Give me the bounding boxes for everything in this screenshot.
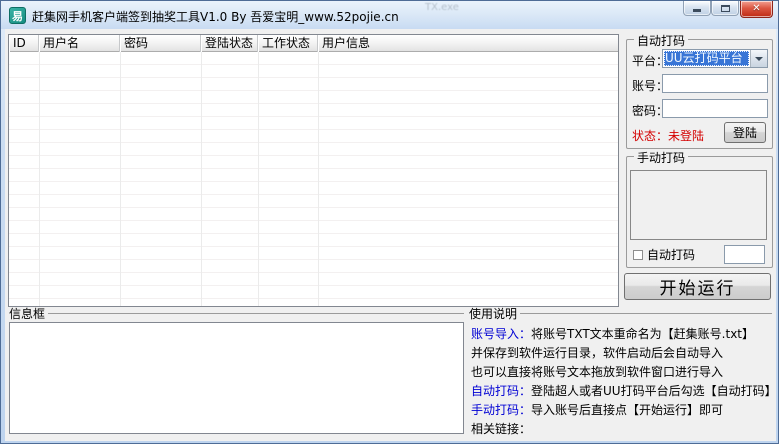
maximize-icon: [721, 5, 730, 12]
column-header-username[interactable]: 用户名: [39, 35, 120, 52]
instruction-label: 账号导入：: [471, 327, 531, 341]
column-divider: [39, 52, 40, 306]
background-watermark: TX.exe: [425, 2, 459, 13]
login-button-label: 登陆: [733, 124, 757, 141]
login-status: 状态：未登陆: [632, 127, 704, 144]
start-run-button[interactable]: 开始运行: [624, 273, 771, 300]
instruction-line: 相关链接：: [471, 420, 773, 436]
app-window: 易 赶集网手机客户端签到抽奖工具V1.0 By 吾爱宝明_www.52pojie…: [0, 0, 779, 444]
login-status-value: 未登陆: [668, 129, 704, 143]
instruction-text: 登陆超人或者UU打码平台后勾选【自动打码】: [531, 384, 773, 398]
divider: [48, 313, 464, 314]
auto-captcha-checkbox-row: 自动打码: [633, 246, 695, 263]
column-header-login-status[interactable]: 登陆状态: [201, 35, 258, 52]
captcha-image-box: [630, 170, 767, 240]
listview-header: ID 用户名 密码 登陆状态 工作状态 用户信息: [9, 35, 618, 52]
instruction-label: 手动打码：: [471, 403, 531, 417]
instruction-line: 手动打码：导入账号后直接点【开始运行】即可: [471, 401, 773, 417]
instruction-text: 也可以直接将账号文本拖放到软件窗口进行导入: [471, 365, 723, 379]
chevron-down-icon: [755, 57, 763, 61]
instruction-text: 并保存到软件运行目录，软件启动后会自动导入: [471, 346, 723, 360]
auto-captcha-group: 自动打码 平台： UU云打码平台 账号： 密码： 状态：未登陆 登陆: [626, 39, 773, 149]
platform-select[interactable]: UU云打码平台: [662, 49, 768, 68]
platform-dropdown-button[interactable]: [750, 50, 767, 67]
account-input[interactable]: [662, 74, 768, 93]
column-divider: [258, 52, 259, 306]
listview-body[interactable]: [9, 52, 618, 306]
manual-captcha-group-title: 手动打码: [634, 149, 688, 166]
column-divider: [120, 52, 121, 306]
auto-captcha-checkbox-label: 自动打码: [647, 246, 695, 263]
instruction-line: 账号导入：将账号TXT文本重命名为【赶集账号.txt】: [471, 325, 773, 341]
column-divider: [201, 52, 202, 306]
accounts-listview[interactable]: ID 用户名 密码 登陆状态 工作状态 用户信息: [8, 34, 619, 307]
column-header-id[interactable]: ID: [9, 35, 39, 52]
window-title: 赶集网手机客户端签到抽奖工具V1.0 By 吾爱宝明_www.52pojie.c…: [32, 8, 399, 25]
divider: [520, 313, 772, 314]
info-box-header: 信息框: [9, 307, 464, 320]
instruction-label: 自动打码：: [471, 384, 531, 398]
close-button[interactable]: ✕: [740, 1, 773, 18]
login-button[interactable]: 登陆: [724, 122, 766, 143]
auto-captcha-group-title: 自动打码: [634, 32, 688, 49]
password-input[interactable]: [662, 99, 768, 118]
manual-captcha-group: 手动打码 自动打码: [626, 156, 773, 268]
instruction-text: 将账号TXT文本重命名为【赶集账号.txt】: [531, 327, 754, 341]
column-header-user-info[interactable]: 用户信息: [318, 35, 618, 52]
column-divider: [318, 52, 319, 306]
auto-captcha-checkbox[interactable]: [633, 250, 643, 260]
titlebar[interactable]: 易 赶集网手机客户端签到抽奖工具V1.0 By 吾爱宝明_www.52pojie…: [1, 1, 778, 29]
instruction-text: 导入账号后直接点【开始运行】即可: [531, 403, 723, 417]
minimize-icon: [693, 9, 701, 12]
close-icon: ✕: [752, 4, 760, 14]
platform-selected-value: UU云打码平台: [664, 51, 749, 66]
login-status-label: 状态：: [632, 129, 668, 143]
column-header-work-status[interactable]: 工作状态: [258, 35, 318, 52]
minimize-button[interactable]: [683, 1, 711, 16]
captcha-code-input[interactable]: [724, 245, 765, 264]
maximize-button[interactable]: [711, 1, 739, 16]
column-header-password[interactable]: 密码: [120, 35, 201, 52]
app-icon: 易: [9, 7, 26, 24]
instructions-header: 使用说明: [469, 307, 772, 320]
instruction-line: 并保存到软件运行目录，软件启动后会自动导入: [471, 344, 773, 360]
start-run-button-label: 开始运行: [660, 274, 736, 299]
instruction-label: 相关链接：: [471, 422, 531, 436]
info-box-textarea[interactable]: [9, 322, 464, 434]
instruction-line: 自动打码：登陆超人或者UU打码平台后勾选【自动打码】: [471, 382, 773, 398]
instructions-title: 使用说明: [469, 305, 517, 322]
app-icon-glyph: 易: [12, 8, 23, 24]
instruction-line: 也可以直接将账号文本拖放到软件窗口进行导入: [471, 363, 773, 379]
info-box-title: 信息框: [9, 305, 45, 322]
